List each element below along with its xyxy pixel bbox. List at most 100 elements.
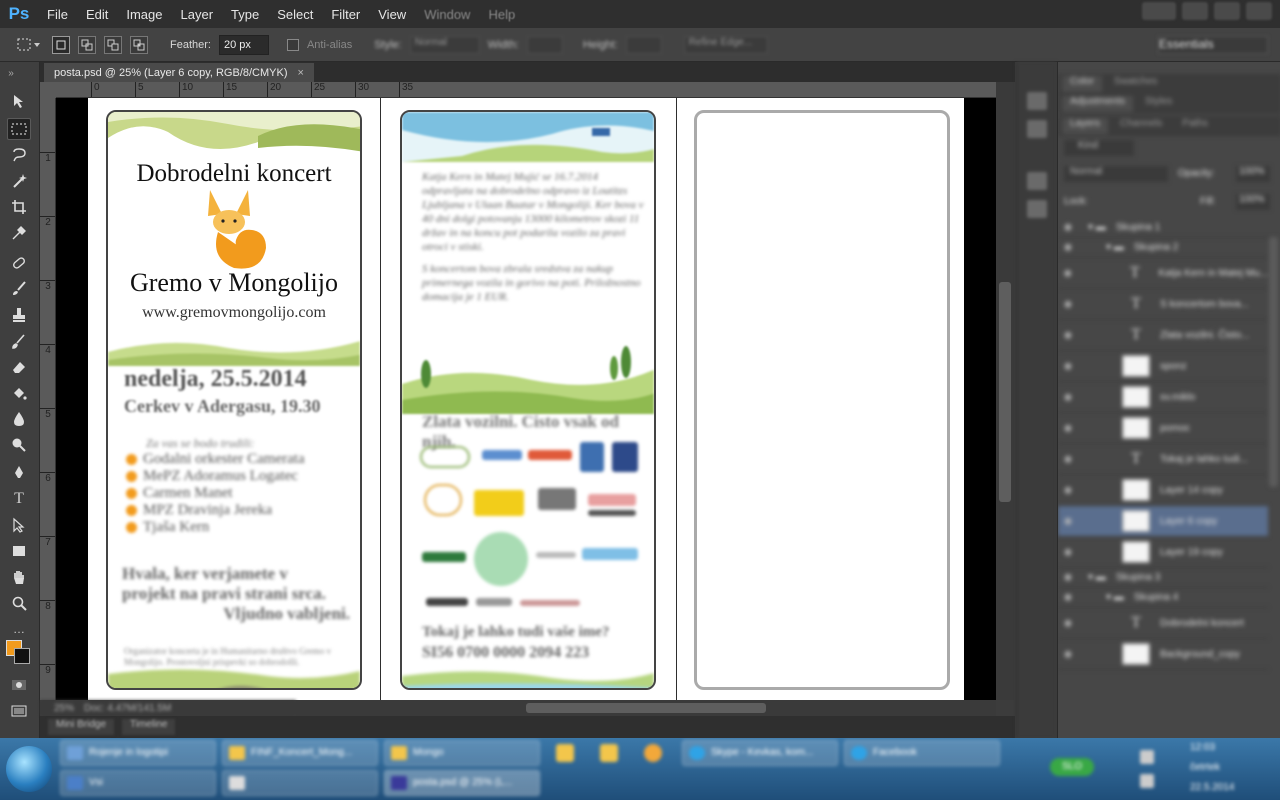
magic-wand-tool-icon[interactable] [7, 170, 31, 192]
ruler-origin[interactable] [40, 82, 56, 98]
layer-row[interactable]: ◉ T Zlata vozilni. Čisto... [1058, 320, 1268, 351]
tab-layers[interactable]: Layers [1062, 118, 1109, 134]
vertical-ruler[interactable]: 1 2 3 4 5 6 7 8 9 [40, 98, 56, 700]
antialias-checkbox[interactable] [286, 38, 299, 51]
width-input[interactable] [526, 35, 563, 54]
tab-mini-bridge[interactable]: Mini Bridge [48, 719, 115, 735]
rectangular-marquee-tool-icon[interactable] [7, 118, 31, 140]
layer-group-row[interactable]: ◉ ▾ ▬ Skupina 3 [1058, 568, 1268, 588]
pinned-app-icon[interactable] [600, 744, 618, 762]
language-badge[interactable]: SLO [1050, 758, 1094, 776]
menu-type[interactable]: Type [222, 7, 268, 22]
visibility-eye-icon[interactable]: ◉ [1058, 485, 1078, 496]
horizontal-scrollbar-thumb[interactable] [526, 703, 766, 713]
layer-group-row[interactable]: ◉ ▾ ▬ Skupina 2 [1058, 238, 1268, 258]
visibility-eye-icon[interactable]: ◉ [1058, 392, 1078, 403]
start-button-icon[interactable] [6, 746, 52, 792]
menu-view[interactable]: View [369, 7, 415, 22]
blur-tool-icon[interactable] [7, 408, 31, 430]
feather-input[interactable] [218, 34, 269, 55]
healing-brush-tool-icon[interactable] [7, 252, 31, 274]
folder-icon[interactable]: ▾ ▬ [1088, 222, 1106, 233]
pinned-app-icon[interactable] [644, 744, 662, 762]
clone-stamp-tool-icon[interactable] [7, 304, 31, 326]
more-tools-icon[interactable]: … [7, 618, 31, 640]
visibility-eye-icon[interactable]: ◉ [1058, 547, 1078, 558]
visibility-eye-icon[interactable]: ◉ [1058, 618, 1078, 629]
layer-row[interactable]: ◉ sponz [1058, 351, 1268, 382]
refine-edge-button[interactable]: Refine Edge... [683, 35, 768, 54]
pinned-app-icon[interactable] [556, 744, 574, 762]
taskbar-item[interactable]: Vsi [60, 770, 216, 796]
menu-filter[interactable]: Filter [322, 7, 369, 22]
layer-row[interactable]: ◉ T Dobrodelni koncert [1058, 608, 1268, 639]
add-to-selection-button[interactable] [78, 35, 96, 54]
layer-row[interactable]: ◉ sv.miklo [1058, 382, 1268, 413]
menu-window[interactable]: Window [415, 7, 479, 22]
crop-tool-icon[interactable] [7, 196, 31, 218]
visibility-eye-icon[interactable]: ◉ [1058, 222, 1078, 233]
history-panel-icon[interactable] [1027, 92, 1047, 110]
opacity-input[interactable]: 100% [1236, 166, 1270, 182]
tab-swatches[interactable]: Swatches [1105, 76, 1166, 92]
quick-mask-icon[interactable] [7, 674, 31, 696]
network-icon[interactable] [1140, 750, 1154, 764]
eraser-tool-icon[interactable] [7, 356, 31, 378]
rectangle-tool-icon[interactable] [7, 540, 31, 562]
collapse-toolbar-icon[interactable]: » [4, 68, 18, 79]
eyedropper-tool-icon[interactable] [7, 222, 31, 244]
vertical-scrollbar-thumb[interactable] [999, 282, 1011, 502]
history-brush-tool-icon[interactable] [7, 330, 31, 352]
tab-color[interactable]: Color [1062, 76, 1102, 92]
visibility-eye-icon[interactable]: ◉ [1058, 454, 1078, 465]
screen-mode-icon[interactable] [7, 700, 31, 722]
workspace-switcher-button[interactable] [1142, 2, 1176, 20]
visibility-eye-icon[interactable]: ◉ [1058, 592, 1078, 603]
visibility-eye-icon[interactable]: ◉ [1058, 268, 1077, 279]
workspace-select[interactable]: Essentials [1158, 36, 1268, 54]
restore-button[interactable] [1214, 2, 1240, 20]
visibility-eye-icon[interactable]: ◉ [1058, 516, 1078, 527]
paragraph-panel-icon[interactable] [1027, 200, 1047, 218]
horizontal-ruler[interactable]: 0 5 10 15 20 25 30 35 [56, 82, 996, 98]
style-select[interactable]: Normal [409, 35, 480, 54]
zoom-tool-icon[interactable] [7, 592, 31, 614]
dodge-tool-icon[interactable] [7, 434, 31, 456]
taskbar-item[interactable]: Skype - Kevkas, kom... [682, 740, 838, 766]
tab-adjustments[interactable]: Adjustments [1062, 96, 1134, 112]
taskbar-item[interactable]: Rojenje in logotipi [60, 740, 216, 766]
intersect-selection-button[interactable] [130, 35, 148, 54]
tab-timeline[interactable]: Timeline [122, 719, 176, 735]
visibility-eye-icon[interactable]: ◉ [1058, 361, 1078, 372]
close-window-button[interactable] [1246, 2, 1272, 20]
visibility-eye-icon[interactable]: ◉ [1058, 649, 1078, 660]
folder-icon[interactable]: ▾ ▬ [1088, 572, 1106, 583]
layer-row[interactable]: ◉ T Katja Kern in Matej Mu... [1058, 258, 1268, 289]
blend-mode-select[interactable]: Normal [1064, 166, 1168, 182]
clock-time[interactable]: 12:03 [1190, 742, 1215, 753]
visibility-eye-icon[interactable]: ◉ [1058, 299, 1078, 310]
menu-image[interactable]: Image [117, 7, 171, 22]
paint-bucket-tool-icon[interactable] [7, 382, 31, 404]
tab-channels[interactable]: Channels [1112, 118, 1171, 134]
taskbar-item[interactable] [222, 770, 378, 796]
menu-edit[interactable]: Edit [77, 7, 117, 22]
layer-group-row[interactable]: ◉ ▾ ▬ Skupina 4 [1058, 588, 1268, 608]
layer-row[interactable]: ◉ Layer 6 copy [1058, 506, 1268, 537]
new-selection-button[interactable] [52, 35, 70, 54]
tab-styles[interactable]: Styles [1137, 96, 1181, 112]
visibility-eye-icon[interactable]: ◉ [1058, 242, 1078, 253]
brush-tool-icon[interactable] [7, 278, 31, 300]
character-panel-icon[interactable] [1027, 172, 1047, 190]
move-tool-icon[interactable] [7, 90, 31, 112]
layer-row[interactable]: ◉ T S koncertom bova... [1058, 289, 1268, 320]
menu-layer[interactable]: Layer [172, 7, 223, 22]
visibility-eye-icon[interactable]: ◉ [1058, 423, 1078, 434]
volume-icon[interactable] [1140, 774, 1154, 788]
background-color-swatch[interactable] [14, 648, 30, 664]
pen-tool-icon[interactable] [7, 462, 31, 484]
vertical-scrollbar[interactable] [996, 82, 1014, 700]
menu-help[interactable]: Help [479, 7, 524, 22]
zoom-level[interactable]: 25% [54, 703, 74, 714]
type-tool-icon[interactable]: T [7, 488, 31, 510]
